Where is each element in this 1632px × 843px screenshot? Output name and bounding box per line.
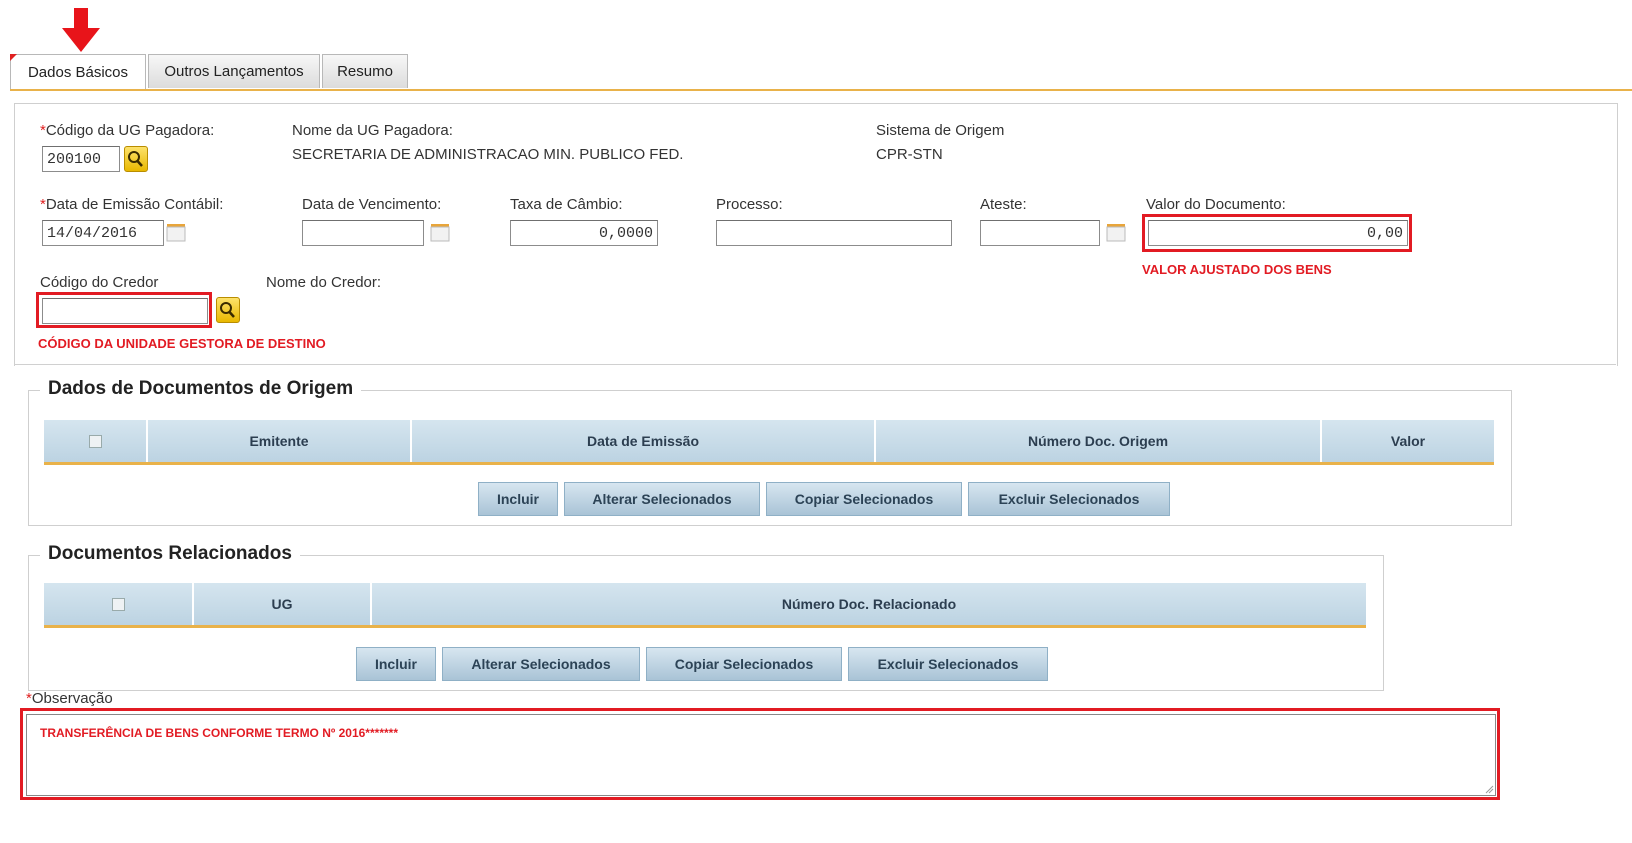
ug-name-label: Nome da UG Pagadora: — [292, 122, 453, 139]
taxa-cambio-value: 0,0000 — [598, 224, 653, 242]
sistema-origem-label: Sistema de Origem — [876, 122, 1005, 139]
checkbox[interactable] — [88, 434, 102, 448]
arrow-down-icon — [62, 8, 100, 52]
tab-outros-lancamentos[interactable]: Outros Lançamentos — [148, 54, 320, 88]
origem-excluir-button[interactable]: Excluir Selecionados — [968, 482, 1170, 516]
observacao-label: Observação — [26, 690, 113, 707]
credor-highlight-box — [36, 292, 212, 328]
resize-handle-icon[interactable] — [1484, 784, 1494, 794]
search-icon[interactable] — [124, 146, 148, 172]
valor-highlight-box — [1142, 214, 1412, 252]
ateste-input[interactable] — [980, 220, 1100, 246]
tab-label: Dados Básicos — [27, 64, 129, 81]
tab-label: Outros Lançamentos — [164, 63, 304, 80]
column-header: Data de Emissão — [412, 420, 876, 462]
calendar-icon[interactable] — [1106, 221, 1126, 245]
ug-code-input[interactable]: 200100 — [42, 146, 120, 172]
origem-alterar-button[interactable]: Alterar Selecionados — [564, 482, 760, 516]
ug-name-value: SECRETARIA DE ADMINISTRACAO MIN. PUBLICO… — [292, 146, 684, 163]
calendar-icon[interactable] — [166, 221, 186, 245]
valor-note: VALOR AJUSTADO DOS BENS — [1142, 262, 1332, 277]
sistema-origem-value: CPR-STN — [876, 146, 943, 163]
relacionados-incluir-button[interactable]: Incluir — [356, 647, 436, 681]
observacao-value: TRANSFERÊNCIA DE BENS CONFORME TERMO Nº … — [40, 726, 398, 740]
relacionados-table-header: UG Número Doc. Relacionado — [44, 583, 1366, 628]
tab-label: Resumo — [337, 63, 393, 80]
origem-table-header: Emitente Data de Emissão Número Doc. Ori… — [44, 420, 1494, 465]
column-header: UG — [194, 583, 372, 625]
ug-code-value: 200100 — [47, 150, 102, 168]
section-divider — [14, 364, 1616, 365]
ateste-label: Ateste: — [980, 196, 1027, 213]
column-header: Emitente — [148, 420, 412, 462]
search-icon[interactable] — [216, 297, 240, 323]
column-header: Valor — [1390, 433, 1426, 449]
relacionados-copiar-button[interactable]: Copiar Selecionados — [646, 647, 842, 681]
data-emissao-label: Data de Emissão Contábil: — [40, 196, 224, 213]
column-header: Número Doc. Relacionado — [781, 596, 957, 612]
credor-note: CÓDIGO DA UNIDADE GESTORA DE DESTINO — [38, 336, 326, 351]
tab-dados-basicos[interactable]: Dados Básicos — [10, 54, 146, 90]
relacionados-alterar-button[interactable]: Alterar Selecionados — [442, 647, 640, 681]
relacionados-excluir-button[interactable]: Excluir Selecionados — [848, 647, 1048, 681]
processo-input[interactable] — [716, 220, 952, 246]
credor-code-label: Código do Credor — [40, 274, 159, 291]
origem-legend: Dados de Documentos de Origem — [40, 378, 362, 400]
tab-divider — [10, 89, 1632, 91]
valor-documento-label: Valor do Documento: — [1146, 196, 1286, 213]
taxa-cambio-input[interactable]: 0,0000 — [510, 220, 658, 246]
data-vencimento-label: Data de Vencimento: — [302, 196, 442, 213]
tab-resumo[interactable]: Resumo — [322, 54, 408, 88]
relacionados-legend: Documentos Relacionados — [40, 543, 300, 565]
relacionados-select-all[interactable] — [44, 583, 194, 625]
observacao-highlight-box — [20, 708, 1500, 800]
taxa-cambio-label: Taxa de Câmbio: — [510, 196, 623, 213]
data-emissao-input[interactable]: 14/04/2016 — [42, 220, 164, 246]
credor-name-label: Nome do Credor: — [266, 274, 382, 291]
origem-incluir-button[interactable]: Incluir — [478, 482, 558, 516]
calendar-icon[interactable] — [430, 221, 450, 245]
origem-select-all[interactable] — [44, 420, 148, 462]
data-emissao-value: 14/04/2016 — [47, 224, 138, 242]
ug-code-label: Código da UG Pagadora: — [40, 122, 214, 139]
processo-label: Processo: — [716, 196, 783, 213]
checkbox[interactable] — [111, 597, 125, 611]
origem-copiar-button[interactable]: Copiar Selecionados — [766, 482, 962, 516]
data-vencimento-input[interactable] — [302, 220, 424, 246]
column-header: Número Doc. Origem — [876, 420, 1322, 462]
